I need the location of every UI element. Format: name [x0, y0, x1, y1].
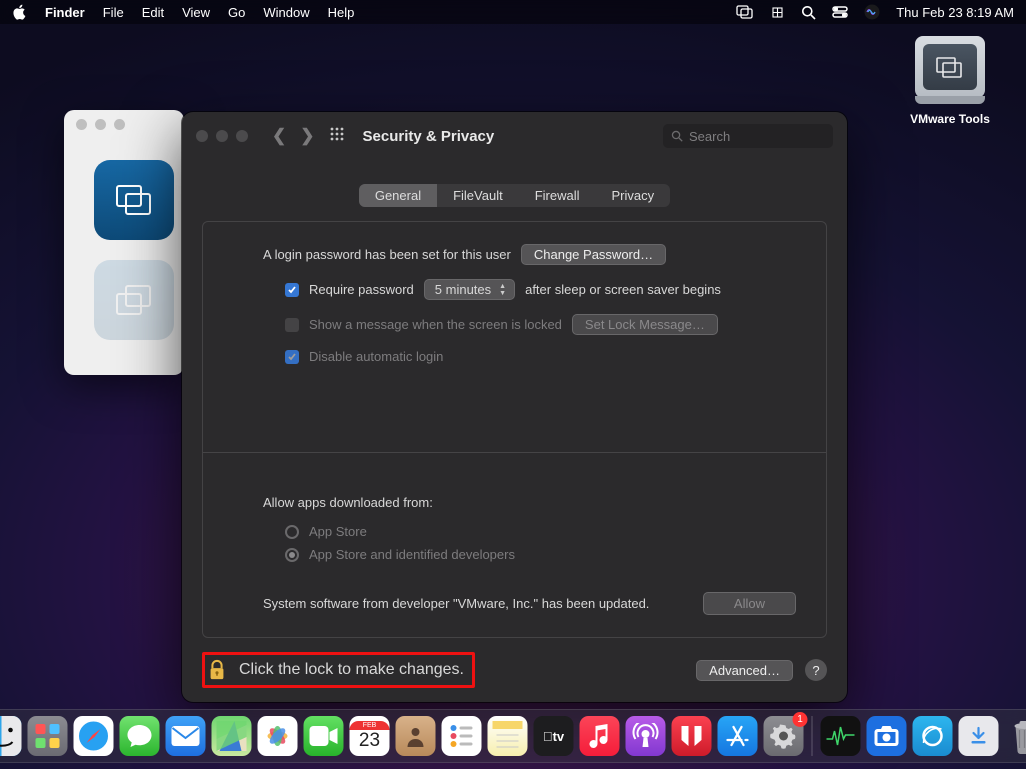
- dock: FEB23 tv 1: [0, 709, 1026, 763]
- advanced-button[interactable]: Advanced…: [696, 660, 793, 681]
- dock-messages[interactable]: [120, 716, 160, 756]
- app-name[interactable]: Finder: [45, 5, 85, 20]
- after-sleep-text: after sleep or screen saver begins: [525, 282, 721, 297]
- pref-tabs: General FileVault Firewall Privacy: [182, 184, 847, 207]
- tab-general[interactable]: General: [359, 184, 437, 207]
- dock-facetime[interactable]: [304, 716, 344, 756]
- desktop-icon-vmware-tools[interactable]: VMware Tools: [900, 36, 1000, 126]
- dock-downloads[interactable]: [959, 716, 999, 756]
- radio-app-store-label: App Store: [309, 524, 367, 539]
- search-placeholder: Search: [689, 129, 730, 144]
- apple-menu[interactable]: [12, 4, 27, 20]
- require-password-label: Require password: [309, 282, 414, 297]
- pref-search[interactable]: Search: [663, 124, 833, 148]
- menu-view[interactable]: View: [182, 5, 210, 20]
- disable-auto-login-label: Disable automatic login: [309, 349, 443, 364]
- menubar-datetime[interactable]: Thu Feb 23 8:19 AM: [896, 5, 1014, 20]
- pref-traffic-lights[interactable]: [196, 130, 248, 142]
- dock-separator: [812, 716, 813, 756]
- desktop-icon-label: VMware Tools: [900, 112, 1000, 126]
- vm-tools-status-icon[interactable]: [770, 5, 785, 20]
- set-lock-message-button: Set Lock Message…: [572, 314, 718, 335]
- select-value: 5 minutes: [435, 282, 491, 297]
- dock-app-generic[interactable]: [913, 716, 953, 756]
- dock-appstore[interactable]: [718, 716, 758, 756]
- back-button[interactable]: ❮: [272, 126, 286, 146]
- traffic-lights[interactable]: [76, 119, 125, 130]
- tab-firewall[interactable]: Firewall: [519, 184, 596, 207]
- calendar-month: FEB: [350, 721, 390, 730]
- dock-calendar[interactable]: FEB23: [350, 716, 390, 756]
- system-preferences-window: ❮ ❯ Security & Privacy Search General Fi…: [182, 112, 847, 702]
- dock-trash[interactable]: [1005, 716, 1026, 756]
- dock-screenshot[interactable]: [867, 716, 907, 756]
- dock-podcasts[interactable]: [626, 716, 666, 756]
- change-password-button[interactable]: Change Password…: [521, 244, 666, 265]
- allow-button: Allow: [703, 592, 796, 615]
- forward-button[interactable]: ❯: [300, 126, 314, 146]
- divider: [203, 452, 826, 453]
- dock-launchpad[interactable]: [28, 716, 68, 756]
- dock-activity-monitor[interactable]: [821, 716, 861, 756]
- close-button[interactable]: [76, 119, 87, 130]
- pref-footer: Click the lock to make changes. Advanced…: [202, 652, 827, 688]
- sysprefs-badge: 1: [793, 712, 808, 727]
- chevron-updown-icon: ▲▼: [499, 283, 506, 297]
- menubar: Finder File Edit View Go Window Help Thu…: [0, 0, 1026, 24]
- control-center-icon[interactable]: [832, 6, 848, 18]
- finder-window-vmware-tools[interactable]: [64, 110, 184, 375]
- dock-photos[interactable]: [258, 716, 298, 756]
- dock-news[interactable]: [672, 716, 712, 756]
- menu-go[interactable]: Go: [228, 5, 245, 20]
- minimize-button[interactable]: [95, 119, 106, 130]
- allow-apps-header: Allow apps downloaded from:: [263, 495, 796, 510]
- menu-file[interactable]: File: [103, 5, 124, 20]
- zoom-button[interactable]: [236, 130, 248, 142]
- lock-highlight: Click the lock to make changes.: [202, 652, 475, 688]
- tab-privacy[interactable]: Privacy: [596, 184, 671, 207]
- radio-app-store: [285, 525, 299, 539]
- show-message-label: Show a message when the screen is locked: [309, 317, 562, 332]
- minimize-button[interactable]: [216, 130, 228, 142]
- menu-edit[interactable]: Edit: [142, 5, 164, 20]
- dock-mail[interactable]: [166, 716, 206, 756]
- dock-maps[interactable]: [212, 716, 252, 756]
- dock-notes[interactable]: [488, 716, 528, 756]
- tab-filevault[interactable]: FileVault: [437, 184, 519, 207]
- vmware-installer-icon[interactable]: [94, 160, 174, 240]
- stage-manager-icon[interactable]: [736, 5, 754, 19]
- show-all-icon[interactable]: [329, 126, 345, 147]
- require-password-checkbox[interactable]: [285, 283, 299, 297]
- dock-music[interactable]: [580, 716, 620, 756]
- help-button[interactable]: ?: [805, 659, 827, 681]
- calendar-day: 23: [359, 730, 380, 752]
- pref-pane-general: A login password has been set for this u…: [202, 221, 827, 638]
- lock-icon[interactable]: [207, 659, 227, 681]
- system-software-text: System software from developer "VMware, …: [263, 596, 689, 611]
- radio-identified-devs-label: App Store and identified developers: [309, 547, 515, 562]
- menu-window[interactable]: Window: [263, 5, 309, 20]
- menu-help[interactable]: Help: [328, 5, 355, 20]
- dock-tv[interactable]: tv: [534, 716, 574, 756]
- close-button[interactable]: [196, 130, 208, 142]
- pref-title: Security & Privacy: [363, 128, 495, 145]
- icon-reflection: [94, 260, 174, 340]
- radio-identified-devs: [285, 548, 299, 562]
- show-message-checkbox: [285, 318, 299, 332]
- zoom-button[interactable]: [114, 119, 125, 130]
- spotlight-icon[interactable]: [801, 5, 816, 20]
- siri-icon[interactable]: [864, 4, 880, 20]
- drive-icon: [915, 36, 985, 98]
- require-password-delay-select[interactable]: 5 minutes ▲▼: [424, 279, 515, 300]
- dock-contacts[interactable]: [396, 716, 436, 756]
- dock-reminders[interactable]: [442, 716, 482, 756]
- dock-safari[interactable]: [74, 716, 114, 756]
- login-password-text: A login password has been set for this u…: [263, 247, 511, 262]
- disable-auto-login-checkbox: [285, 350, 299, 364]
- pref-titlebar: ❮ ❯ Security & Privacy Search: [182, 112, 847, 160]
- dock-system-preferences[interactable]: 1: [764, 716, 804, 756]
- lock-text: Click the lock to make changes.: [239, 661, 464, 679]
- dock-finder[interactable]: [0, 716, 22, 756]
